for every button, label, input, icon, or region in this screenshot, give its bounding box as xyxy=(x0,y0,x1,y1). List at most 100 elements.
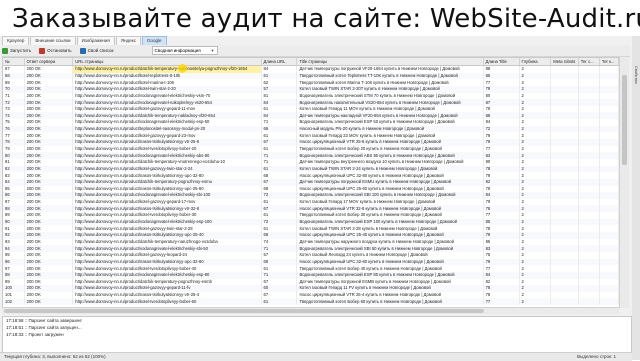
table-row[interactable]: 99 200 OK http://www.domovoy-nn.ru/product… xyxy=(3,278,619,286)
table-row[interactable]: 100 200 OK http://www.domovoy-nn.ru/produc… xyxy=(3,285,619,292)
table-row[interactable]: 80 200 OK http://www.domovoy-nn.ru/product… xyxy=(3,152,619,159)
table-row[interactable]: 75 200 OK http://www.domovoy-nn.ru/product… xyxy=(3,119,619,126)
table-cell xyxy=(599,92,619,100)
table-cell: Котел газовый TWIN STAR 2-24 купить в Ни… xyxy=(296,165,484,173)
table-cell xyxy=(578,225,600,233)
table-cell: 81 xyxy=(261,92,298,100)
table-row[interactable]: 85 200 OK http://www.domovoy-nn.ru/product… xyxy=(3,185,619,193)
table-row[interactable]: 98 200 OK http://www.domovoy-nn.ru/product… xyxy=(3,271,619,279)
table-cell: http://www.domovoy-nn.ru/product/vodonag… xyxy=(72,92,262,100)
table-row[interactable]: 102 200 OK http://www.domovoy-nn.ru/produc… xyxy=(3,298,619,306)
table-cell: 74 xyxy=(261,238,298,246)
column-header[interactable]: Ответ сервера xyxy=(24,58,74,66)
table-row[interactable]: 87 200 OK http://www.domovoy-nn.ru/product… xyxy=(3,198,619,206)
table-cell: 88 xyxy=(483,112,520,120)
table-row[interactable]: 97 200 OK http://www.domovoy-nn.ru/product… xyxy=(3,265,619,272)
column-header[interactable]: URL страницы xyxy=(72,58,262,66)
table-cell: 200 OK xyxy=(24,139,74,146)
tab-google[interactable]: Google xyxy=(141,36,167,45)
table-row[interactable]: 70 200 OK http://www.domovoy-nn.ru/product… xyxy=(3,85,619,93)
side-panel-strip[interactable]: Свойства xyxy=(632,36,640,360)
table-row[interactable]: 82 200 OK http://www.domovoy-nn.ru/product… xyxy=(3,165,619,173)
table-row[interactable]: 73 200 OK http://www.domovoy-nn.ru/product… xyxy=(3,105,619,113)
table-cell: Твердотопливный котел Бобер 20 купить в … xyxy=(296,145,484,153)
table-cell: 200 OK xyxy=(24,232,74,239)
table-row[interactable]: 84 200 OK http://www.domovoy-nn.ru/product… xyxy=(3,178,619,186)
column-header[interactable]: Тег к... xyxy=(599,58,619,66)
table-cell: 67 xyxy=(3,65,25,73)
table-row[interactable]: 72 200 OK http://www.domovoy-nn.ru/product… xyxy=(3,99,619,106)
table-row[interactable]: 71 200 OK http://www.domovoy-nn.ru/product… xyxy=(3,92,619,100)
table-cell: 83 xyxy=(3,172,25,179)
table-row[interactable]: 95 200 OK http://www.domovoy-nn.ru/product… xyxy=(3,251,619,259)
table-cell: Котел газовый Гепард 11 MOV купить в Ниж… xyxy=(296,105,484,113)
table-row[interactable]: 78 200 OK http://www.domovoy-nn.ru/product… xyxy=(3,139,619,146)
table-cell xyxy=(599,105,619,113)
table-row[interactable]: 68 200 OK http://www.domovoy-nn.ru/product… xyxy=(3,72,619,80)
column-header[interactable]: Meta robots xyxy=(550,58,579,66)
table-row[interactable]: 94 200 OK http://www.domovoy-nn.ru/product… xyxy=(3,245,619,252)
table-cell: 200 OK xyxy=(24,165,74,173)
tab-external-links[interactable]: Внешние ссылки xyxy=(30,36,76,45)
table-row[interactable]: 83 200 OK http://www.domovoy-nn.ru/product… xyxy=(3,172,619,179)
table-row[interactable]: 96 200 OK http://www.domovoy-nn.ru/product… xyxy=(3,258,619,266)
table-row[interactable]: 91 200 OK http://www.domovoy-nn.ru/product… xyxy=(3,225,619,233)
horizontal-scrollbar[interactable] xyxy=(2,307,619,314)
tab-yandex[interactable]: Яндекс xyxy=(115,36,141,45)
vertical-scrollbar[interactable] xyxy=(619,57,629,308)
table-row[interactable]: 74 200 OK http://www.domovoy-nn.ru/product… xyxy=(3,112,619,120)
table-cell: 62 xyxy=(261,79,298,86)
table-cell: 72 xyxy=(261,192,298,199)
view-select[interactable]: Сводная информация ▼ xyxy=(151,46,218,55)
column-header[interactable]: Title страницы xyxy=(296,58,484,66)
stop-button[interactable]: Остановить xyxy=(39,47,72,54)
custom-list-button[interactable]: Свой список xyxy=(79,47,114,54)
table-cell xyxy=(599,178,619,186)
table-cell xyxy=(550,278,579,286)
table-cell xyxy=(599,165,619,173)
table-row[interactable]: 89 200 OK http://www.domovoy-nn.ru/product… xyxy=(3,212,619,219)
table-row[interactable]: 76 200 OK http://www.domovoy-nn.ru/product… xyxy=(3,125,619,133)
table-row[interactable]: 77 200 OK http://www.domovoy-nn.ru/product… xyxy=(3,132,619,140)
table-row[interactable]: 67 200 OK http://www.domovoy-nn.ru/product… xyxy=(3,65,619,73)
table-cell: Насос циркуляционный VTR 32-8 купить в Н… xyxy=(296,205,484,213)
table-row[interactable]: 69 200 OK http://www.domovoy-nn.ru/product… xyxy=(3,79,619,86)
table-cell: 2 xyxy=(519,192,552,199)
tab-crawler[interactable]: Краулер xyxy=(2,36,30,45)
table-cell xyxy=(550,178,579,186)
horizontal-scrollbar-thumb[interactable] xyxy=(4,309,484,313)
column-header[interactable]: Длина URL xyxy=(261,58,298,66)
table-cell: 100 xyxy=(3,285,25,292)
table-cell: 2 xyxy=(519,105,552,113)
table-row[interactable]: 93 200 OK http://www.domovoy-nn.ru/product… xyxy=(3,238,619,246)
table-cell xyxy=(578,251,600,259)
column-header[interactable]: Тег с... xyxy=(578,58,600,66)
table-cell: 77 xyxy=(3,132,25,140)
table-row[interactable]: 90 200 OK http://www.domovoy-nn.ru/product… xyxy=(3,218,619,226)
table-row[interactable]: 92 200 OK http://www.domovoy-nn.ru/product… xyxy=(3,232,619,239)
table-cell: 77 xyxy=(483,212,520,219)
table-row[interactable]: 86 200 OK http://www.domovoy-nn.ru/product… xyxy=(3,192,619,199)
table-cell: 200 OK xyxy=(24,271,74,279)
tab-images[interactable]: Изображения xyxy=(76,36,115,45)
table-cell xyxy=(578,99,600,106)
table-cell: 78 xyxy=(483,225,520,233)
column-header[interactable]: № xyxy=(3,58,25,66)
column-header[interactable]: Глубина xyxy=(519,58,552,66)
table-cell: http://www.domovoy-nn.ru/product/nasos-t… xyxy=(72,172,262,179)
table-cell: 68 xyxy=(261,232,298,239)
custom-list-button-label: Свой список xyxy=(87,48,114,53)
table-cell xyxy=(550,92,579,100)
run-button[interactable]: Запустить xyxy=(2,47,31,54)
table-row[interactable]: 88 200 OK http://www.domovoy-nn.ru/product… xyxy=(3,205,619,213)
table-cell xyxy=(578,132,600,140)
vertical-scrollbar-thumb[interactable] xyxy=(622,75,627,165)
table-cell: 200 OK xyxy=(24,119,74,126)
table-cell: http://www.domovoy-nn.ru/product/kotel-g… xyxy=(72,165,262,173)
table-row[interactable]: 101 200 OK http://www.domovoy-nn.ru/produc… xyxy=(3,291,619,299)
table-row[interactable]: 81 200 OK http://www.domovoy-nn.ru/product… xyxy=(3,158,619,166)
column-header[interactable]: Длина Title xyxy=(483,58,520,66)
table-row[interactable]: 79 200 OK http://www.domovoy-nn.ru/product… xyxy=(3,145,619,153)
table-cell: 92 xyxy=(3,232,25,239)
table-cell: 2 xyxy=(519,251,552,259)
